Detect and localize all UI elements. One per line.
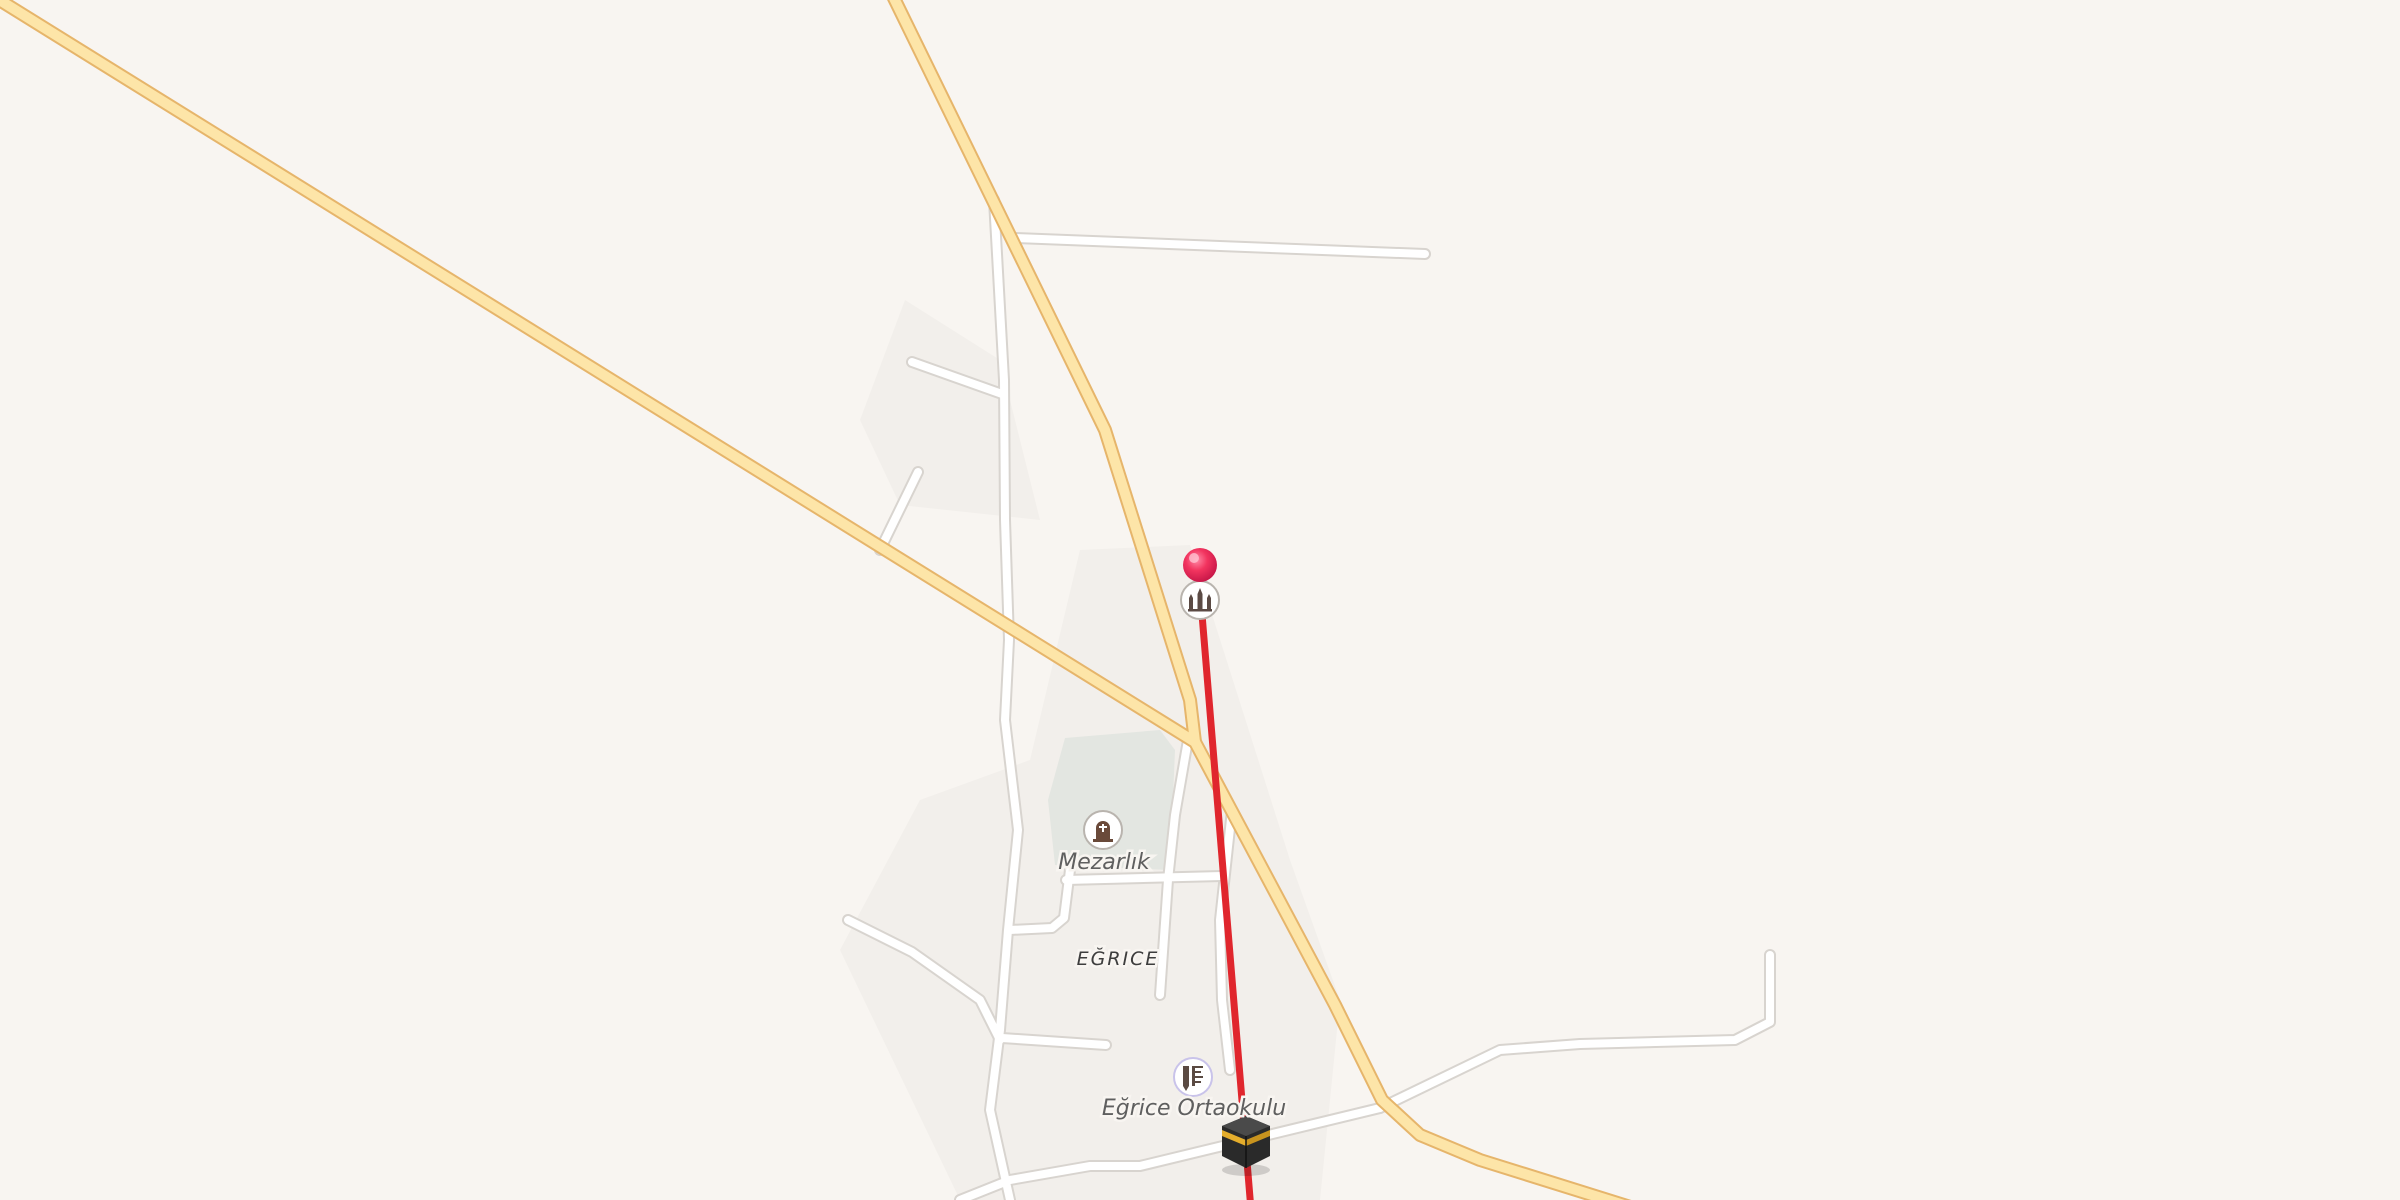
school-poi[interactable]	[1173, 1057, 1213, 1097]
cemetery-area	[1048, 730, 1175, 870]
road-village-cross	[1062, 872, 1226, 884]
cemetery-label: Mezarlık	[1058, 850, 1151, 875]
cemetery-poi[interactable]	[1083, 810, 1123, 850]
map-canvas[interactable]: Mezarlık EĞRICE Eğrice Ortaokulu	[0, 0, 2400, 1200]
village-label: EĞRICE	[1077, 946, 1160, 970]
school-label: Eğrice Ortaokulu	[1102, 1096, 1286, 1121]
kaaba-icon[interactable]	[1222, 1116, 1270, 1176]
location-pin-icon[interactable]	[1183, 548, 1217, 582]
mosque-poi[interactable]	[1180, 580, 1220, 620]
